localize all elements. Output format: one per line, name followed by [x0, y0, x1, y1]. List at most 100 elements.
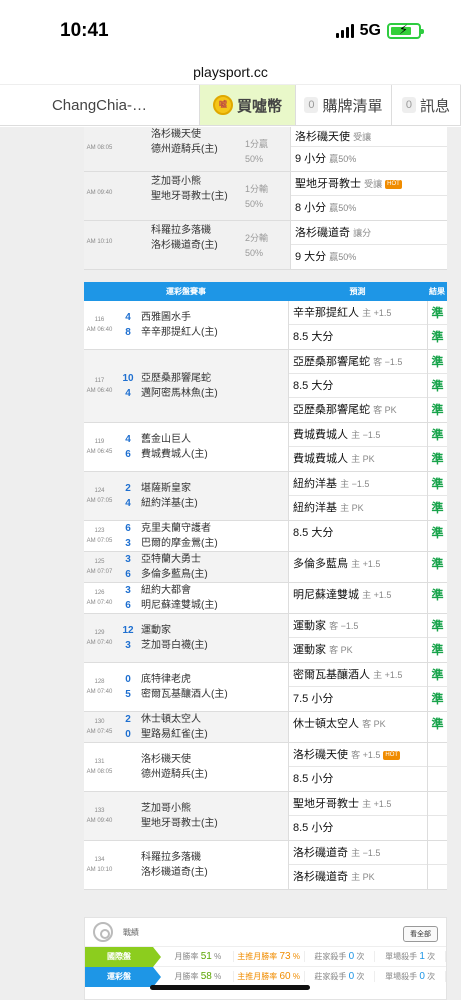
prediction-pick[interactable]: 8.5 小分 [289, 816, 427, 840]
handicap-result: 1分贏 [245, 139, 269, 149]
team-home: 辛辛那提紅人(主) [141, 327, 218, 338]
team-home: 紐約洋基(主) [141, 498, 198, 509]
result-mark: 準 [431, 643, 444, 657]
user-tab[interactable]: ChangChia-… [0, 85, 200, 125]
table-row: 117 AM 06:40 10 4 亞歷桑那響尾蛇 邁阿密馬林魚(主) 亞歷桑那響尾蛇 客 … [84, 350, 447, 423]
result-mark [428, 792, 447, 816]
game-time: AM 07:05 [86, 498, 113, 504]
prediction-note: 受讓 [353, 132, 372, 142]
prediction-pick[interactable]: 聖地牙哥教士 受讓 HOT [291, 172, 447, 196]
game-results [427, 841, 447, 889]
prediction-pick[interactable]: 聖地牙哥教士 主 +1.5 [289, 792, 427, 816]
prediction-note: 讓分 [353, 228, 372, 238]
prediction-pick[interactable]: 休士頓太空人 客 PK [289, 712, 427, 736]
team-home: 巴爾的摩金鶯(主) [141, 538, 218, 549]
game-time: AM 06:40 [86, 327, 113, 333]
game-teams: 芝加哥小熊 聖地牙哥教士(主) [141, 792, 288, 840]
prediction-pick[interactable]: 費城費城人 主 −1.5 [289, 423, 427, 447]
messages-tab[interactable]: 0 訊息 [392, 85, 461, 125]
hot-tag: HOT [385, 179, 402, 189]
prediction-note: 主 PK [340, 503, 364, 513]
url-bar[interactable]: playsport.cc [0, 58, 461, 84]
table-row: 119 AM 06:45 4 6 舊金山巨人 費城費城人(主) 費城費城人 主 −1.5 費城… [84, 423, 447, 472]
prediction-pick[interactable]: 9 小分 贏50% [291, 147, 447, 171]
game-number: 123 [94, 528, 105, 534]
prediction-pick[interactable]: 運動家 客 −1.5 [289, 614, 427, 638]
game-predictions: 洛杉磯天使 客 +1.5 HOT 8.5 小分 [288, 743, 427, 791]
game-teams: 洛杉磯天使 德州遊騎兵(主) [141, 743, 288, 791]
stats-row: 運彩盤 月勝率 58 % 主推月勝率 60 % 莊家殺手 0 次單場殺手 0 次 [85, 966, 446, 987]
prediction-pick[interactable]: 亞歷桑那響尾蛇 客 PK [289, 398, 427, 422]
prediction-pick[interactable]: 洛杉磯天使 受讓 [291, 127, 447, 147]
game-number-time: 134 AM 10:10 [84, 841, 115, 889]
prediction-pick[interactable]: 密爾瓦基釀酒人 主 +1.5 [289, 663, 427, 687]
prediction-pick[interactable]: 7.5 小分 [289, 687, 427, 711]
team-away: 運動家 [141, 625, 171, 636]
stats-cell-label: 主推月勝率 [237, 952, 278, 961]
prediction-main: 8.5 小分 [293, 822, 334, 834]
prediction-pick[interactable]: 辛辛那提紅人 主 +1.5 [289, 301, 427, 325]
game-score: 36 [115, 583, 141, 613]
prediction-pick[interactable]: 洛杉磯天使 客 +1.5 HOT [289, 743, 427, 767]
prediction-pick[interactable]: 明尼蘇達雙城 主 +1.5 [289, 583, 427, 607]
game-teams: 芝加哥小熊 聖地牙哥教士(主) [115, 172, 245, 220]
prediction-pick[interactable]: 費城費城人 主 PK [289, 447, 427, 471]
past-game-row: AM 10:10 科羅拉多落磯 洛杉磯道奇(主) 2分輸 50% 洛杉磯道奇 讓分 9 大分… [84, 221, 447, 270]
game-predictions: 8.5 大分 [288, 521, 427, 551]
score-away: 4 [125, 312, 131, 323]
clock: 10:41 [60, 20, 109, 41]
view-all-button[interactable]: 看全部 [403, 926, 438, 942]
prediction-pick[interactable]: 紐約洋基 主 PK [289, 496, 427, 520]
home-indicator [150, 985, 310, 990]
team-home: 聖地牙哥教士(主) [151, 191, 228, 202]
stats-cell: 主推月勝率 60 % [234, 971, 305, 982]
prediction-pick[interactable]: 多倫多藍鳥 主 +1.5 [289, 552, 427, 576]
game-results: 準 [427, 521, 447, 551]
game-number: 131 [94, 759, 105, 765]
score-home: 4 [125, 388, 131, 399]
stats-row: 國際盤 月勝率 51 % 主推月勝率 73 % 莊家殺手 0 次單場殺手 1 次 [85, 946, 446, 967]
prediction-pick[interactable]: 亞歷桑那響尾蛇 客 −1.5 [289, 350, 427, 374]
prediction-pick[interactable]: 洛杉磯道奇 主 PK [289, 865, 427, 889]
game-teams: 運動家 芝加哥白襪(主) [141, 614, 288, 662]
game-score: 05 [115, 663, 141, 711]
prediction-pick[interactable]: 8.5 大分 [289, 521, 427, 545]
game-teams: 科羅拉多落磯 洛杉磯道奇(主) [141, 841, 288, 889]
prediction-note: 主 −1.5 [351, 430, 381, 440]
prediction-note: 贏50% [329, 154, 357, 164]
stats-cell-value: 73 [279, 951, 291, 962]
prediction-note: 主 −1.5 [340, 479, 370, 489]
prediction-pick[interactable]: 9 大分 贏50% [291, 245, 447, 269]
result-mark: 準 [428, 472, 447, 496]
stats-cell-unit: % [214, 972, 222, 981]
cart-tab[interactable]: 0 購牌清單 [296, 85, 392, 125]
prediction-pick[interactable]: 洛杉磯道奇 主 −1.5 [289, 841, 427, 865]
prediction-main: 運動家 [293, 620, 326, 632]
signal-icon [335, 24, 354, 38]
prediction-pick[interactable]: 8.5 小分 [289, 767, 427, 791]
game-number: 126 [94, 590, 105, 596]
score-away: 3 [125, 554, 131, 565]
prediction-main: 明尼蘇達雙城 [293, 589, 359, 601]
prediction-pick[interactable]: 8.5 大分 [289, 374, 427, 398]
score-home: 8 [125, 327, 131, 338]
past-game-row: AM 08:05 洛杉磯天使 德州遊騎兵(主) 1分贏 50% 洛杉磯天使 受讓 9 小分 … [84, 127, 447, 172]
game-time: AM 07:45 [86, 729, 113, 735]
result-mark: 準 [431, 557, 444, 571]
prediction-pick[interactable]: 8.5 大分 [289, 325, 427, 349]
prediction-pick[interactable]: 運動家 客 PK [289, 638, 427, 662]
stats-cell: 主推月勝率 73 % [234, 951, 305, 962]
result-mark: 準 [428, 614, 447, 638]
prediction-main: 費城費城人 [293, 429, 348, 441]
score-away: 10 [122, 373, 134, 384]
handicap-percent: 50% [245, 248, 264, 258]
buy-coins-tab[interactable]: 噓 買噓幣 [200, 85, 296, 125]
prediction-note: 受讓 [364, 179, 383, 189]
prediction-main: 紐約洋基 [293, 502, 337, 514]
game-number-time: 125 AM 07:07 [84, 552, 115, 582]
game-score [115, 841, 141, 889]
prediction-pick[interactable]: 8 小分 贏50% [291, 196, 447, 220]
prediction-pick[interactable]: 洛杉磯道奇 讓分 [291, 221, 447, 245]
team-away: 科羅拉多落磯 [151, 225, 211, 236]
prediction-pick[interactable]: 紐約洋基 主 −1.5 [289, 472, 427, 496]
